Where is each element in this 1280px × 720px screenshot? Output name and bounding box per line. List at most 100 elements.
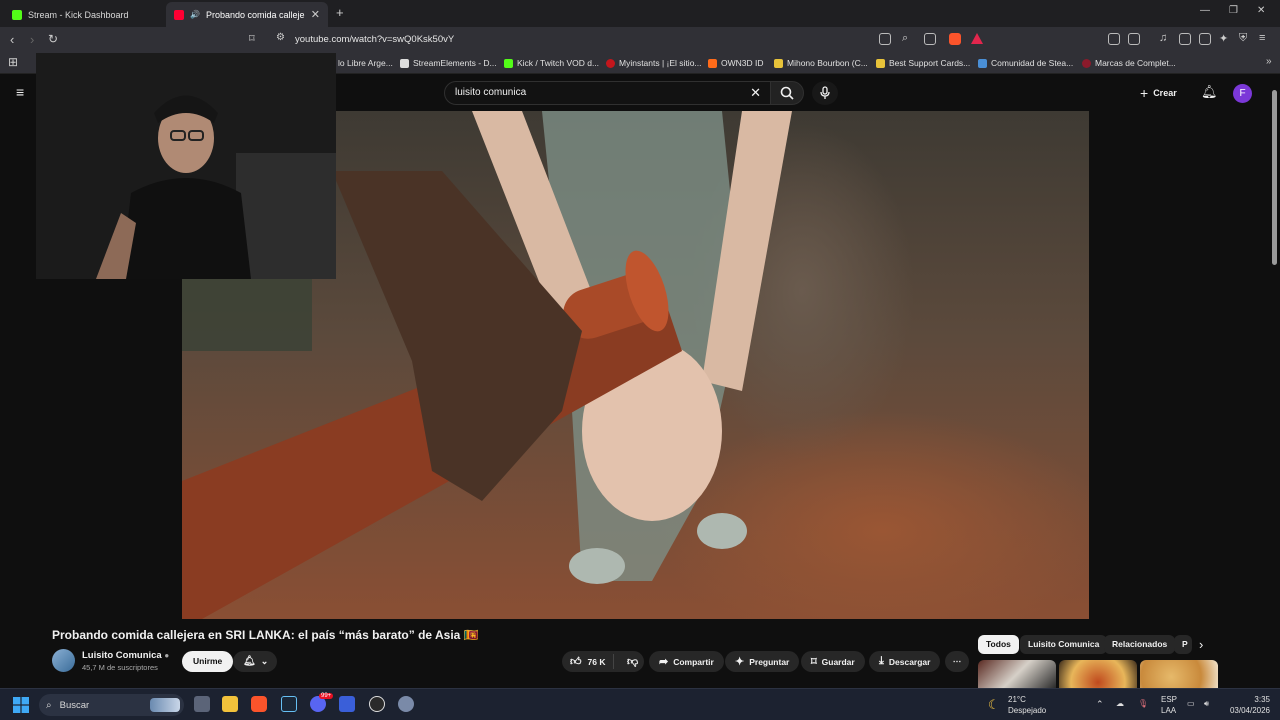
- language-layout[interactable]: LAA: [1161, 706, 1176, 716]
- notifications-bell-icon[interactable]: 🔔︎: [1201, 84, 1218, 100]
- share-button[interactable]: ➦ Compartir: [649, 651, 724, 672]
- channel-avatar[interactable]: [52, 649, 75, 672]
- hamburger-menu-icon[interactable]: ≡: [16, 84, 24, 100]
- steam-icon[interactable]: [281, 696, 297, 712]
- close-window-button[interactable]: ✕: [1257, 5, 1265, 16]
- search-button[interactable]: [770, 81, 804, 105]
- back-icon[interactable]: ‹: [10, 32, 14, 47]
- channel-name[interactable]: Luisito Comunica ●: [82, 650, 169, 661]
- chip-partial[interactable]: P: [1174, 635, 1192, 654]
- create-button[interactable]: + Crear: [1140, 85, 1177, 101]
- download-button[interactable]: ⤓ Descargar: [869, 651, 941, 672]
- brave-rewards-icon[interactable]: [971, 33, 983, 44]
- wallet-icon[interactable]: [1128, 33, 1140, 45]
- new-tab-button[interactable]: +: [336, 5, 344, 20]
- clock-time[interactable]: 3:35: [1226, 695, 1270, 705]
- brave-shield-icon[interactable]: [949, 33, 961, 45]
- language-code[interactable]: ESP: [1161, 695, 1177, 705]
- search-box[interactable]: ✕: [444, 81, 771, 105]
- save-button[interactable]: ⌑ Guardar: [801, 651, 865, 672]
- chips-next-icon[interactable]: ›: [1199, 637, 1203, 652]
- bookmark-item[interactable]: Comunidad de Stea...: [978, 58, 1073, 68]
- apps-grid-icon[interactable]: ⊞: [8, 55, 18, 69]
- sidebar-icon[interactable]: [1179, 33, 1191, 45]
- clear-search-icon[interactable]: ✕: [750, 85, 761, 101]
- ask-button[interactable]: ✦ Preguntar: [725, 651, 800, 672]
- brave-browser-icon[interactable]: [251, 696, 267, 712]
- menu-icon[interactable]: ≡: [1259, 32, 1265, 44]
- bookmark-save-icon: ⌑: [811, 656, 817, 668]
- voice-search-button[interactable]: [812, 81, 838, 105]
- microphone-icon: [820, 86, 830, 99]
- cast-icon[interactable]: [879, 33, 891, 45]
- kick-icon: [504, 58, 513, 68]
- tab-kick-dashboard[interactable]: Stream - Kick Dashboard: [4, 2, 164, 27]
- bookmarks-overflow-icon[interactable]: »: [1266, 56, 1272, 67]
- mic-muted-icon[interactable]: 🎙︎: [1138, 699, 1148, 709]
- tray-overflow-icon[interactable]: ⌃: [1096, 699, 1104, 709]
- speaker-icon[interactable]: 🔊: [190, 10, 200, 19]
- reload-icon[interactable]: ↻: [48, 32, 58, 46]
- clock-date[interactable]: 03/04/2026: [1226, 706, 1270, 716]
- tray-app-icon[interactable]: ☁: [1116, 699, 1124, 709]
- search-input[interactable]: [455, 87, 735, 98]
- forward-icon[interactable]: ›: [30, 32, 34, 47]
- steam-icon: [978, 58, 987, 68]
- youtube-icon: [174, 9, 184, 20]
- search-icon: [780, 86, 794, 100]
- download-icon: ⤓: [879, 655, 884, 667]
- vpn-icon[interactable]: ⛨: [1239, 32, 1247, 45]
- bookmark-item[interactable]: StreamElements - D...: [400, 58, 497, 68]
- crypto-wallet-icon[interactable]: [1199, 33, 1211, 45]
- leo-ai-icon[interactable]: ✦: [1219, 32, 1228, 45]
- restore-button[interactable]: ❐: [1229, 5, 1238, 16]
- site-info-icon[interactable]: ⚙: [276, 32, 285, 43]
- account-avatar[interactable]: F: [1233, 84, 1252, 103]
- bookmark-item[interactable]: Myinstants | ¡El sitio...: [606, 58, 702, 68]
- music-icon[interactable]: ♫: [1159, 32, 1167, 44]
- taskbar-search[interactable]: ⌕ Buscar: [39, 694, 184, 716]
- bookmark-icon[interactable]: ⌑: [249, 32, 255, 45]
- bookmark-item[interactable]: Marcas de Complet...: [1082, 58, 1176, 68]
- tab-youtube-video[interactable]: 🔊 Probando comida callejera en ✕: [166, 2, 328, 27]
- related-video-thumbnail[interactable]: [1059, 660, 1137, 688]
- browser-tab-bar: Stream - Kick Dashboard 🔊 Probando comid…: [0, 0, 1280, 27]
- join-button[interactable]: Unirme: [182, 651, 234, 672]
- close-tab-icon[interactable]: ✕: [311, 8, 320, 21]
- settings-icon[interactable]: [398, 696, 414, 712]
- bookmark-item[interactable]: Kick / Twitch VOD d...: [504, 58, 599, 68]
- related-video-thumbnail[interactable]: [978, 660, 1056, 688]
- windows-taskbar: ⌕ Buscar 99+ ☾ 21°C Despejado ⌃ ☁ 🎙︎ ESP…: [0, 688, 1280, 720]
- bell-icon: 🔔︎: [243, 656, 256, 667]
- share-page-icon[interactable]: [924, 33, 936, 45]
- network-icon[interactable]: ▭: [1187, 699, 1195, 709]
- url-field[interactable]: youtube.com/watch?v=swQ0Ksk50vY: [295, 34, 454, 45]
- zoom-icon[interactable]: ⌕: [902, 32, 908, 45]
- task-view-icon[interactable]: [194, 696, 210, 712]
- file-explorer-icon[interactable]: [222, 696, 238, 712]
- chip-todos[interactable]: Todos: [978, 635, 1019, 654]
- thumbs-down-icon: 👎︎: [627, 656, 639, 668]
- bookmark-item[interactable]: Best Support Cards...: [876, 58, 970, 68]
- chip-channel[interactable]: Luisito Comunica: [1020, 635, 1108, 654]
- streamelements-icon: [400, 58, 409, 68]
- related-video-thumbnail[interactable]: [1140, 660, 1218, 688]
- subscriber-count: 45,7 M de suscriptores: [82, 663, 158, 672]
- chip-related[interactable]: Relacionados: [1104, 635, 1176, 654]
- extensions-icon[interactable]: [1108, 33, 1120, 45]
- volume-icon[interactable]: 🔊︎: [1204, 699, 1209, 709]
- windows-start-icon[interactable]: [13, 697, 29, 713]
- minimize-button[interactable]: —: [1200, 5, 1210, 16]
- dislike-button[interactable]: 👎︎: [619, 655, 638, 668]
- subscribed-bell-button[interactable]: 🔔︎ ⌄: [233, 651, 277, 672]
- obs-icon[interactable]: [369, 696, 385, 712]
- marcas-icon: [1082, 58, 1091, 68]
- notification-badge: 99+: [319, 693, 334, 699]
- bookmark-item[interactable]: Mihono Bourbon (C...: [774, 58, 868, 68]
- like-button[interactable]: 👍︎ 76 K: [562, 654, 614, 669]
- more-actions-button[interactable]: ⋯: [945, 651, 969, 672]
- streaming-app-icon[interactable]: [339, 696, 355, 712]
- bookmark-item[interactable]: OWN3D ID: [708, 58, 764, 68]
- page-scrollbar[interactable]: [1272, 90, 1277, 265]
- bookmark-item[interactable]: lo Libre Arge...: [338, 58, 393, 68]
